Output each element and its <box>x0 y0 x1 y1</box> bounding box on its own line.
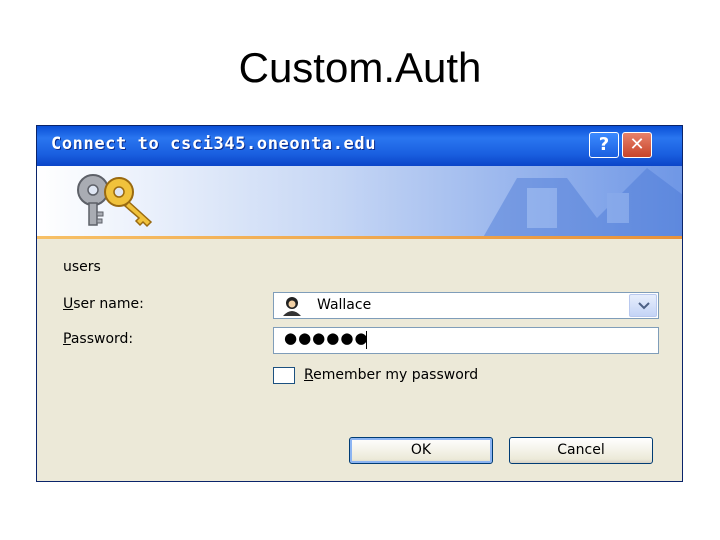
title-bar[interactable]: Connect to csci345.oneonta.edu ? ✕ <box>37 126 682 166</box>
username-dropdown-button[interactable] <box>629 294 657 317</box>
username-value: Wallace <box>317 297 372 313</box>
user-icon <box>283 297 301 316</box>
ok-button[interactable]: OK <box>349 437 493 464</box>
dialog-title: Connect to csci345.oneonta.edu <box>51 134 377 154</box>
dialog-body: users User name: Wallace Password: ●●●●●… <box>37 239 682 481</box>
dialog-banner <box>37 166 682 236</box>
help-button[interactable]: ? <box>589 132 619 158</box>
login-dialog: Connect to csci345.oneonta.edu ? ✕ users… <box>36 125 683 482</box>
username-label: User name: <box>63 296 144 312</box>
chevron-down-icon <box>638 302 650 310</box>
banner-decoration-icon <box>483 168 682 236</box>
realm-label: users <box>63 259 101 275</box>
password-field[interactable]: ●●●●●● <box>273 327 659 354</box>
remember-password-checkbox[interactable] <box>273 367 295 384</box>
slide-title: Custom.Auth <box>238 44 482 91</box>
remember-password-label[interactable]: Remember my password <box>304 367 478 383</box>
cancel-button[interactable]: Cancel <box>509 437 653 464</box>
close-button[interactable]: ✕ <box>622 132 652 158</box>
password-label: Password: <box>63 331 134 347</box>
password-mask: ●●●●●● <box>284 329 369 347</box>
text-caret <box>366 331 367 349</box>
username-combo[interactable]: Wallace <box>273 292 659 319</box>
keys-icon <box>77 174 153 228</box>
